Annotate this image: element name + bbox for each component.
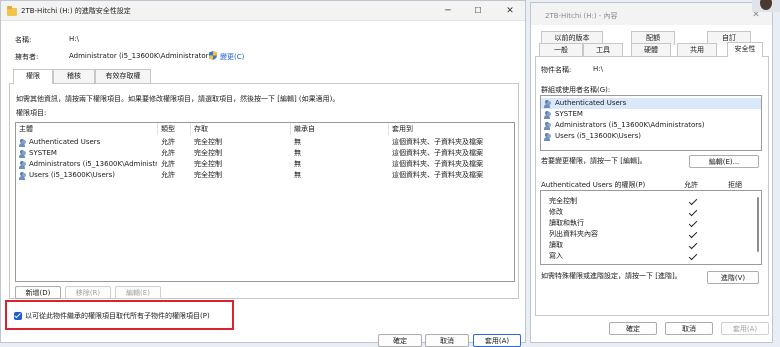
- edit-permissions-button[interactable]: 編輯(E)...: [689, 155, 759, 168]
- table-row[interactable]: Authenticated Users 允許 完全控制 無 這個資料夾、子資料夾…: [16, 137, 514, 148]
- cancel-button[interactable]: 取消: [665, 322, 713, 335]
- permission-row: 列出資料夾內容: [541, 229, 761, 240]
- folder-icon: [7, 6, 17, 16]
- tab-hardware[interactable]: 硬體: [631, 43, 671, 57]
- users-icon: [544, 100, 552, 108]
- replace-permissions-label[interactable]: 以可從此物件繼承的權限項目取代所有子物件的權限項目(P): [25, 311, 210, 321]
- tab-security[interactable]: 安全性: [727, 42, 763, 57]
- allow-check-icon: [689, 209, 697, 217]
- change-hint: 若要變更權限，請按一下 [編輯]。: [541, 157, 647, 165]
- column-principal[interactable]: 主體: [16, 123, 158, 135]
- advanced-hint: 如需特殊權限或進階設定，請按一下 [進階]。: [541, 272, 682, 280]
- name-value: H:\: [69, 35, 79, 43]
- table-row[interactable]: Users (i5_13600K\Users) 允許 完全控制 無 這個資料夾、…: [16, 170, 514, 181]
- tab-auditing[interactable]: 稽核: [53, 69, 95, 83]
- replace-permissions-checkbox[interactable]: [14, 312, 22, 320]
- users-icon: [19, 161, 27, 169]
- object-name-label: 物件名稱:: [541, 66, 572, 74]
- permissions-scrollbar[interactable]: [755, 191, 761, 264]
- permission-row: 完全控制: [541, 196, 761, 207]
- allow-check-icon: [689, 253, 697, 261]
- close-icon[interactable]: ✕: [495, 1, 525, 21]
- groups-label: 群組或使用者名稱(G):: [541, 86, 611, 94]
- users-icon: [19, 139, 27, 147]
- title-bar: 2TB-Hitchi (H:) 的進階安全性設定 ─ ☐ ✕: [1, 1, 525, 21]
- properties-window: 2TB-Hitchi (H:) - 內容 ✕ 以前的版本 配額 自訂 一般 工具…: [530, 2, 773, 343]
- users-icon: [19, 172, 27, 180]
- owner-label: 擁有者:: [15, 53, 39, 61]
- name-label: 名稱:: [15, 36, 32, 44]
- tab-general[interactable]: 一般: [539, 43, 583, 57]
- object-name-value: H:\: [593, 65, 603, 73]
- tab-effective-access[interactable]: 有效存取權: [95, 69, 151, 83]
- list-item[interactable]: SYSTEM: [541, 109, 761, 120]
- column-applies[interactable]: 套用到: [389, 123, 514, 135]
- column-inherited[interactable]: 繼承自: [291, 123, 389, 135]
- users-icon: [19, 150, 27, 158]
- table-row[interactable]: Administrators (i5_13600K\Administrat...…: [16, 159, 514, 170]
- allow-check-icon: [689, 198, 697, 206]
- list-item[interactable]: Users (i5_13600K\Users): [541, 131, 761, 142]
- table-row[interactable]: SYSTEM 允許 完全控制 無 這個資料夾、子資料夾及檔案: [16, 148, 514, 159]
- permission-row: 讀取: [541, 240, 761, 251]
- allow-check-icon: [689, 242, 697, 250]
- apply-button[interactable]: 套用(A): [473, 334, 521, 347]
- tab-sharing[interactable]: 共用: [677, 43, 717, 57]
- list-item[interactable]: Administrators (i5_13600K\Administrators…: [541, 120, 761, 131]
- window-title: 2TB-Hitchi (H:) 的進階安全性設定: [21, 7, 131, 15]
- list-item[interactable]: Authenticated Users: [541, 98, 761, 109]
- allow-check-icon: [689, 220, 697, 228]
- window-title: 2TB-Hitchi (H:) - 內容: [545, 12, 618, 20]
- groups-list[interactable]: Authenticated Users SYSTEM Administrator…: [540, 95, 762, 151]
- tab-permissions[interactable]: 權限: [13, 69, 53, 84]
- cancel-button[interactable]: 取消: [425, 334, 469, 347]
- minimize-icon[interactable]: ─: [433, 1, 463, 21]
- ok-button[interactable]: 確定: [378, 334, 422, 347]
- users-icon: [544, 133, 552, 141]
- deny-column-label: 拒絕: [728, 181, 742, 189]
- change-owner-link[interactable]: 變更(C): [220, 52, 244, 62]
- users-icon: [544, 122, 552, 130]
- scrollbar-thumb[interactable]: [757, 197, 759, 252]
- instructions-text: 如需其他資訊，請按兩下權限項目。如果要修改權限項目，請選取項目，然後按一下 [編…: [16, 95, 340, 103]
- title-bar: 2TB-Hitchi (H:) - 內容 ✕: [531, 3, 772, 25]
- avatar: [752, 0, 780, 12]
- remove-button[interactable]: 移除(R): [65, 286, 111, 299]
- column-type[interactable]: 類型: [158, 123, 191, 135]
- users-icon: [544, 111, 552, 119]
- entries-label: 權限項目:: [16, 109, 47, 117]
- apply-button[interactable]: 套用(A): [721, 322, 769, 335]
- shield-icon: [209, 51, 217, 60]
- permission-row: 修改: [541, 207, 761, 218]
- tab-tools[interactable]: 工具: [583, 43, 623, 57]
- maximize-icon[interactable]: ☐: [463, 1, 493, 21]
- allow-column-label: 允許: [684, 181, 698, 189]
- permission-row: 寫入: [541, 251, 761, 262]
- edit-button[interactable]: 編輯(E): [115, 286, 161, 299]
- column-access[interactable]: 存取: [191, 123, 291, 135]
- permission-row: 讀取和執行: [541, 218, 761, 229]
- allow-check-icon: [689, 231, 697, 239]
- advanced-button[interactable]: 進階(V): [707, 271, 759, 284]
- advanced-security-window: 2TB-Hitchi (H:) 的進階安全性設定 ─ ☐ ✕ 名稱: H:\ 擁…: [0, 0, 526, 347]
- permission-entries-list[interactable]: 主體 類型 存取 繼承自 套用到 Authenticated Users 允許 …: [15, 122, 515, 282]
- ok-button[interactable]: 確定: [609, 322, 657, 335]
- add-button[interactable]: 新增(D): [15, 286, 61, 299]
- permissions-list: 完全控制 修改 讀取和執行 列出資料夾內容 讀取 寫入: [540, 190, 762, 265]
- owner-value: Administrator (i5_13600K\Administrator): [69, 52, 212, 60]
- permissions-header: Authenticated Users 的權限(P): [541, 181, 646, 189]
